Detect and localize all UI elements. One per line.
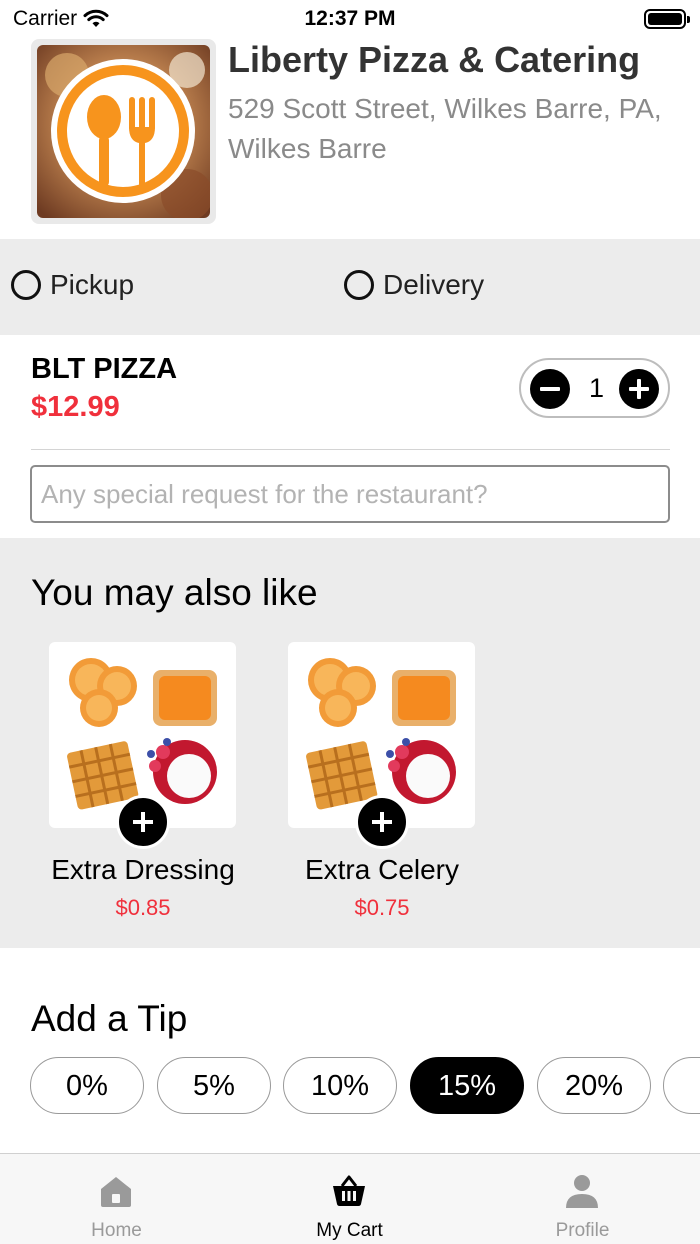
tip-option-10[interactable]: 10%: [283, 1057, 397, 1114]
suggestion-name: Extra Dressing: [51, 854, 235, 885]
tip-option-5[interactable]: 5%: [157, 1057, 271, 1114]
status-bar: Carrier 12:37 PM: [0, 0, 700, 40]
basket-icon: [333, 1175, 365, 1206]
restaurant-name: Liberty Pizza & Catering: [228, 39, 641, 80]
item-price: $12.99: [31, 391, 120, 423]
tip-option-20[interactable]: 20%: [537, 1057, 651, 1114]
delivery-label: Delivery: [383, 269, 485, 300]
tab-profile-label: Profile: [555, 1220, 610, 1241]
suggestion-price: $0.75: [354, 895, 410, 920]
suggestions-section: You may also like Extra Dressing $0.85 E…: [0, 538, 700, 948]
restaurant-logo: [31, 39, 216, 224]
person-icon: [566, 1175, 598, 1208]
add-suggestion-button[interactable]: [355, 795, 409, 849]
tip-option-15[interactable]: 15%: [410, 1057, 524, 1114]
tip-title: Add a Tip: [31, 998, 188, 1039]
restaurant-address: 529 Scott Street, Wilkes Barre, PA, Wilk…: [228, 93, 662, 164]
tab-bar: Home My Cart Profile: [0, 1153, 700, 1244]
home-icon: [101, 1177, 131, 1207]
cart-item: BLT PIZZA $12.99 1: [0, 335, 700, 538]
restaurant-header: Liberty Pizza & Catering 529 Scott Stree…: [0, 37, 700, 239]
tip-section: Add a Tip 0% 5% 10% 15% 20%: [0, 948, 700, 1153]
pickup-radio[interactable]: [11, 270, 41, 300]
delivery-option[interactable]: Delivery: [344, 269, 484, 301]
quantity-stepper: 1: [519, 358, 670, 418]
pickup-option[interactable]: Pickup: [11, 269, 134, 301]
tab-profile[interactable]: Profile: [466, 1154, 699, 1244]
add-suggestion-button[interactable]: [116, 795, 170, 849]
delivery-radio[interactable]: [344, 270, 374, 300]
pickup-label: Pickup: [50, 269, 135, 300]
tip-options: 0% 5% 10% 15% 20%: [30, 1057, 700, 1115]
battery-icon: [644, 9, 690, 29]
increase-quantity-button[interactable]: [619, 369, 659, 409]
suggestion-name: Extra Celery: [304, 854, 460, 885]
tab-home[interactable]: Home: [0, 1154, 233, 1244]
item-name: BLT PIZZA: [31, 353, 178, 385]
order-type-selector: Pickup Delivery: [0, 239, 700, 335]
suggestions-title: You may also like: [31, 572, 318, 613]
suggestion-price: $0.85: [115, 895, 171, 920]
special-request-input[interactable]: [30, 465, 670, 523]
spoon-fork-logo-icon: [37, 45, 210, 218]
tab-home-label: Home: [91, 1220, 142, 1241]
status-time: 12:37 PM: [304, 7, 396, 30]
tip-option-more[interactable]: [663, 1057, 700, 1114]
tab-my-cart-label: My Cart: [316, 1220, 383, 1241]
tip-option-0[interactable]: 0%: [30, 1057, 144, 1114]
divider: [31, 449, 670, 450]
tab-my-cart[interactable]: My Cart: [233, 1154, 466, 1244]
